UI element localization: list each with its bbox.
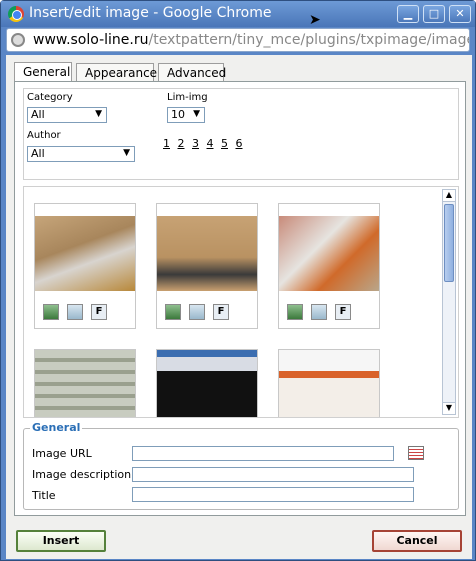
tab-appearance[interactable]: Appearance xyxy=(76,63,157,81)
insert-image-icon[interactable] xyxy=(287,304,303,320)
scroll-down-icon[interactable]: ▼ xyxy=(443,402,455,414)
maximize-button[interactable]: □ xyxy=(423,5,445,23)
title-label: Title xyxy=(32,489,56,502)
image-thumbnail[interactable] xyxy=(157,350,257,417)
tab-panel: Category All ▼ Lim-img 10 ▼ Author All ▼… xyxy=(14,81,466,516)
cancel-button[interactable]: Cancel xyxy=(372,530,462,552)
limit-select-value: 10 xyxy=(171,108,185,121)
image-card[interactable]: F xyxy=(278,203,380,329)
author-label: Author xyxy=(27,130,61,141)
mouse-cursor-icon: ➤ xyxy=(309,12,321,28)
filter-panel: Category All ▼ Lim-img 10 ▼ Author All ▼… xyxy=(23,88,459,180)
chevron-down-icon: ▼ xyxy=(95,109,102,119)
image-thumbnail[interactable] xyxy=(35,216,135,291)
insert-full-icon[interactable]: F xyxy=(91,304,107,320)
browser-window: Insert/edit image - Google Chrome ▁ □ ✕ … xyxy=(0,0,476,561)
general-legend: General xyxy=(30,421,83,434)
author-select[interactable]: All ▼ xyxy=(27,146,135,162)
address-bar[interactable]: www.solo-line.ru/textpattern/tiny_mce/pl… xyxy=(6,28,470,52)
image-url-label: Image URL xyxy=(32,447,92,460)
image-thumbnail[interactable] xyxy=(279,350,379,417)
insert-button[interactable]: Insert xyxy=(16,530,106,552)
url-text: www.solo-line.ru/textpattern/tiny_mce/pl… xyxy=(33,32,470,48)
vertical-scrollbar[interactable]: ▲ ▼ xyxy=(442,189,456,415)
insert-full-icon[interactable]: F xyxy=(213,304,229,320)
image-url-input[interactable] xyxy=(132,446,394,461)
url-host: www.solo-line.ru xyxy=(33,32,149,48)
title-input[interactable] xyxy=(132,487,414,502)
image-thumbnail[interactable] xyxy=(35,350,135,417)
page-link-5[interactable]: 5 xyxy=(221,137,228,150)
insert-thumbnail-icon[interactable] xyxy=(67,304,83,320)
limit-select[interactable]: 10 ▼ xyxy=(167,107,205,123)
page-link-2[interactable]: 2 xyxy=(178,137,185,150)
title-bar: Insert/edit image - Google Chrome ▁ □ ✕ … xyxy=(1,1,475,28)
minimize-button[interactable]: ▁ xyxy=(397,5,419,23)
image-card[interactable] xyxy=(278,349,380,417)
chrome-icon xyxy=(8,6,24,22)
image-gallery: F F F ▲ ▼ xyxy=(23,186,459,418)
close-button[interactable]: ✕ xyxy=(449,5,471,23)
image-thumbnail[interactable] xyxy=(279,216,379,291)
image-description-label: Image description xyxy=(32,468,132,481)
globe-icon xyxy=(11,33,25,47)
pagination: 1 2 3 4 5 6 xyxy=(163,137,247,150)
category-select-value: All xyxy=(31,108,45,121)
insert-image-icon[interactable] xyxy=(43,304,59,320)
chevron-down-icon: ▼ xyxy=(123,148,130,158)
image-card[interactable] xyxy=(34,349,136,417)
insert-thumbnail-icon[interactable] xyxy=(311,304,327,320)
category-label: Category xyxy=(27,92,73,103)
tab-general[interactable]: General xyxy=(14,62,72,81)
image-card[interactable] xyxy=(156,349,258,417)
image-card[interactable]: F xyxy=(156,203,258,329)
image-description-input[interactable] xyxy=(132,467,414,482)
insert-full-icon[interactable]: F xyxy=(335,304,351,320)
image-thumbnail[interactable] xyxy=(157,216,257,291)
page-link-1[interactable]: 1 xyxy=(163,137,170,150)
page-link-6[interactable]: 6 xyxy=(236,137,243,150)
browse-icon[interactable] xyxy=(408,446,424,460)
dialog-content: General Appearance Advanced Category All… xyxy=(6,55,472,559)
insert-image-icon[interactable] xyxy=(165,304,181,320)
url-path: /textpattern/tiny_mce/plugins/txpimage/i… xyxy=(148,32,470,48)
general-fieldset: General Image URL Image description Titl… xyxy=(23,421,459,510)
tab-advanced[interactable]: Advanced xyxy=(158,63,226,81)
limit-label: Lim-img xyxy=(167,92,208,103)
scroll-up-icon[interactable]: ▲ xyxy=(443,190,455,202)
page-link-3[interactable]: 3 xyxy=(192,137,199,150)
scrollbar-thumb[interactable] xyxy=(444,204,454,282)
category-select[interactable]: All ▼ xyxy=(27,107,107,123)
window-title: Insert/edit image - Google Chrome xyxy=(29,5,272,21)
insert-thumbnail-icon[interactable] xyxy=(189,304,205,320)
chevron-down-icon: ▼ xyxy=(193,109,200,119)
page-link-4[interactable]: 4 xyxy=(207,137,214,150)
image-card[interactable]: F xyxy=(34,203,136,329)
author-select-value: All xyxy=(31,147,45,160)
